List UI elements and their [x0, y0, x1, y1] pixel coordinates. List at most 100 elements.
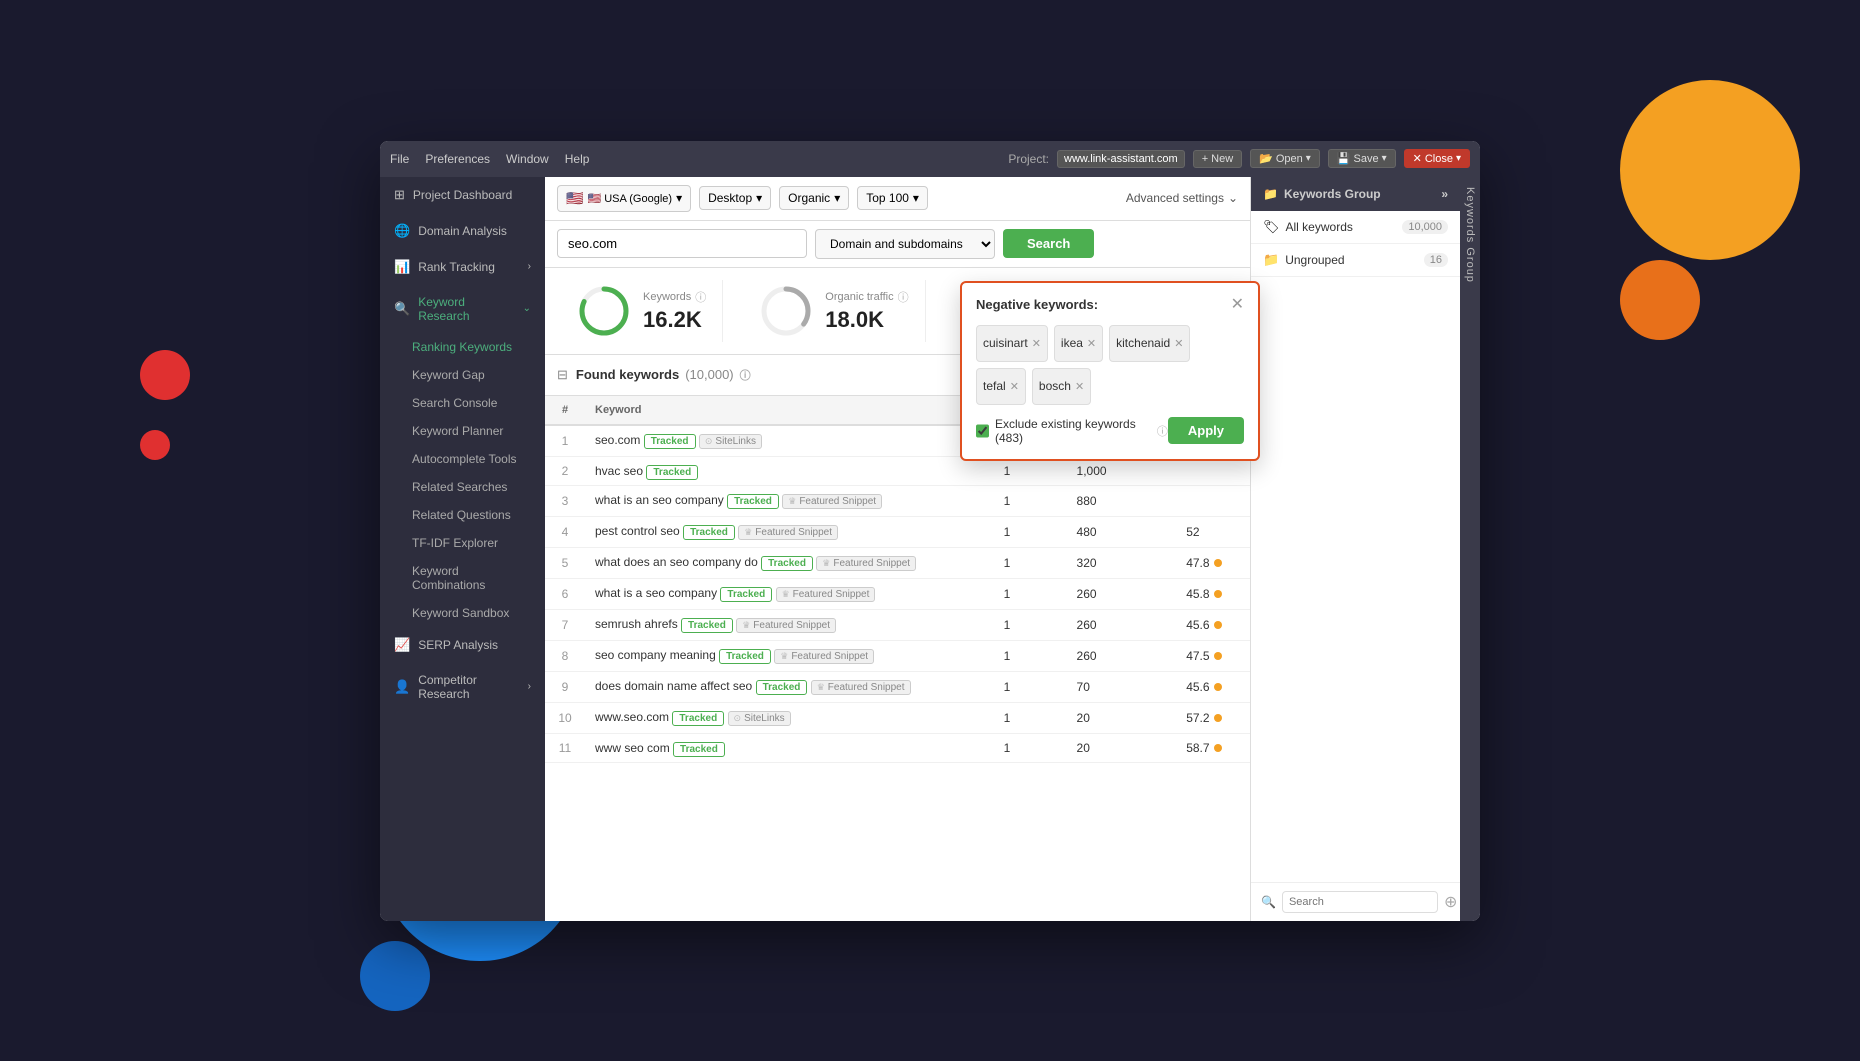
cell-keyword: what is a seo company Tracked ♛ Featured… [585, 578, 994, 609]
sidebar-item-competitor-research[interactable]: 👤 Competitor Research › [380, 663, 545, 711]
menu-file[interactable]: File [390, 152, 409, 166]
tracked-badge: Tracked [683, 525, 735, 540]
popup-close-button[interactable]: ✕ [1231, 297, 1244, 313]
sidebar-item-project-dashboard[interactable]: ⊞ Project Dashboard [380, 177, 545, 213]
keyword-text: what is a seo company [595, 586, 717, 600]
popup-footer: Exclude existing keywords (483) ⓘ Apply [976, 417, 1244, 445]
country-select[interactable]: 🇺🇸 🇺🇸 USA (Google) ▾ [557, 185, 691, 212]
sidebar-sub-item-related-searches[interactable]: Related Searches [380, 473, 545, 501]
project-select[interactable]: www.link-assistant.com [1057, 150, 1185, 168]
flag-icon: 🇺🇸 [566, 190, 583, 207]
tag-remove-button[interactable]: ✕ [1087, 337, 1096, 350]
feature-badge: ♛ Featured Snippet [736, 618, 836, 633]
all-keywords-icon: 🏷 [1263, 219, 1280, 235]
sidebar-sub-item-keyword-sandbox[interactable]: Keyword Sandbox [380, 599, 545, 627]
sidebar-sub-item-keyword-combinations[interactable]: Keyword Combinations [380, 557, 545, 599]
keyword-text: pest control seo [595, 524, 680, 538]
sidebar-sub-item-ranking-keywords[interactable]: Ranking Keywords [380, 333, 545, 361]
menu-preferences[interactable]: Preferences [425, 152, 490, 166]
sidebar-sub-item-autocomplete-tools[interactable]: Autocomplete Tools [380, 445, 545, 473]
cell-searches: 20 [1067, 702, 1177, 733]
cell-num: 10 [545, 702, 585, 733]
open-button[interactable]: 📂 Open ▾ [1250, 149, 1320, 168]
domain-input[interactable] [557, 229, 807, 258]
organic-circle [759, 284, 813, 338]
cell-organic: 58.7 [1176, 733, 1250, 762]
bg-decoration-red2 [140, 430, 170, 460]
keyword-text: semrush ahrefs [595, 617, 678, 631]
sidebar-sub-label-keyword-planner: Keyword Planner [412, 424, 503, 438]
top-select[interactable]: Top 100 ▾ [857, 186, 928, 210]
col-keyword[interactable]: Keyword [585, 396, 994, 425]
exclude-checkbox-input[interactable] [976, 424, 989, 438]
ungrouped-label: Ungrouped [1285, 253, 1418, 267]
tracked-badge: Tracked [756, 680, 808, 695]
close-button[interactable]: ✕ Close ▾ [1404, 149, 1470, 168]
top-label: Top 100 [866, 191, 909, 205]
exclude-help-icon[interactable]: ⓘ [1157, 423, 1168, 439]
app-window: File Preferences Window Help Project: ww… [380, 141, 1480, 921]
cell-num: 3 [545, 485, 585, 516]
menu-window[interactable]: Window [506, 152, 549, 166]
save-button[interactable]: 💾 Save ▾ [1328, 149, 1396, 168]
organic-help-icon[interactable]: ⓘ [898, 289, 909, 305]
country-chevron: ▾ [676, 191, 682, 205]
expand-panel-icon[interactable]: » [1441, 187, 1448, 201]
device-select[interactable]: Desktop ▾ [699, 186, 771, 210]
negative-keyword-tag: bosch ✕ [1032, 368, 1091, 405]
tracked-badge: Tracked [727, 494, 779, 509]
search-button[interactable]: Search [1003, 229, 1094, 258]
sidebar-item-keyword-research[interactable]: 🔍 Keyword Research ⌄ [380, 285, 545, 333]
sidebar-sub-item-search-console[interactable]: Search Console [380, 389, 545, 417]
cell-rank: 1 [994, 702, 1067, 733]
exclude-checkbox-label[interactable]: Exclude existing keywords (483) ⓘ [976, 417, 1168, 445]
advanced-chevron: ⌄ [1228, 191, 1238, 205]
new-button[interactable]: + New [1193, 150, 1242, 168]
sidebar-item-domain-analysis[interactable]: 🌐 Domain Analysis [380, 213, 545, 249]
tag-text: ikea [1061, 336, 1083, 350]
sidebar-sub-item-tf-idf-explorer[interactable]: TF-IDF Explorer [380, 529, 545, 557]
search-type-dropdown[interactable]: Domain and subdomains [815, 229, 995, 259]
tag-remove-button[interactable]: ✕ [1174, 337, 1183, 350]
save-icon: 💾 [1337, 152, 1351, 165]
cell-organic: 52 [1176, 516, 1250, 547]
tag-remove-button[interactable]: ✕ [1075, 380, 1084, 393]
found-count: (10,000) [685, 367, 733, 382]
right-panel-all-keywords[interactable]: 🏷 All keywords 10,000 [1251, 211, 1460, 244]
right-panel-search-input[interactable] [1282, 891, 1438, 913]
advanced-settings[interactable]: Advanced settings ⌄ [1126, 191, 1238, 205]
menu-help[interactable]: Help [565, 152, 590, 166]
sidebar-sub-label-keyword-combinations: Keyword Combinations [412, 564, 531, 592]
bg-decoration-red [140, 350, 190, 400]
cell-num: 2 [545, 456, 585, 485]
bg-decoration-blue-small [360, 941, 430, 1011]
cell-num: 4 [545, 516, 585, 547]
sidebar: ⊞ Project Dashboard 🌐 Domain Analysis 📊 … [380, 177, 545, 921]
found-help-icon[interactable]: ⓘ [740, 367, 751, 383]
new-group-icon[interactable]: ⊕ [1444, 892, 1457, 912]
sidebar-sub-item-keyword-gap[interactable]: Keyword Gap [380, 361, 545, 389]
right-panel-ungrouped[interactable]: 📁 Ungrouped 16 [1251, 244, 1460, 277]
col-num: # [545, 396, 585, 425]
search-type-select[interactable]: Organic ▾ [779, 186, 849, 210]
folder-icon-header: 📁 [1263, 187, 1278, 201]
sidebar-sub-label-ranking-keywords: Ranking Keywords [412, 340, 512, 354]
cell-organic: 45.6 [1176, 609, 1250, 640]
sidebar-item-rank-tracking[interactable]: 📊 Rank Tracking › [380, 249, 545, 285]
tag-remove-button[interactable]: ✕ [1032, 337, 1041, 350]
feature-icon: ⊙ [734, 713, 742, 724]
tag-remove-button[interactable]: ✕ [1010, 380, 1019, 393]
sidebar-sub-item-keyword-planner[interactable]: Keyword Planner [380, 417, 545, 445]
cell-num: 5 [545, 547, 585, 578]
keywords-group-tab[interactable]: Keywords Group [1460, 177, 1480, 921]
cell-num: 8 [545, 640, 585, 671]
sidebar-item-serp-analysis[interactable]: 📈 SERP Analysis [380, 627, 545, 663]
sidebar-sub-label-keyword-gap: Keyword Gap [412, 368, 485, 382]
keywords-help-icon[interactable]: ⓘ [695, 289, 706, 305]
sidebar-sub-item-related-questions[interactable]: Related Questions [380, 501, 545, 529]
apply-button[interactable]: Apply [1168, 417, 1244, 444]
cell-keyword: what does an seo company do Tracked ♛ Fe… [585, 547, 994, 578]
cell-rank: 1 [994, 485, 1067, 516]
expand-icon[interactable]: ⊟ [557, 367, 568, 383]
feature-icon: ♛ [788, 496, 796, 507]
